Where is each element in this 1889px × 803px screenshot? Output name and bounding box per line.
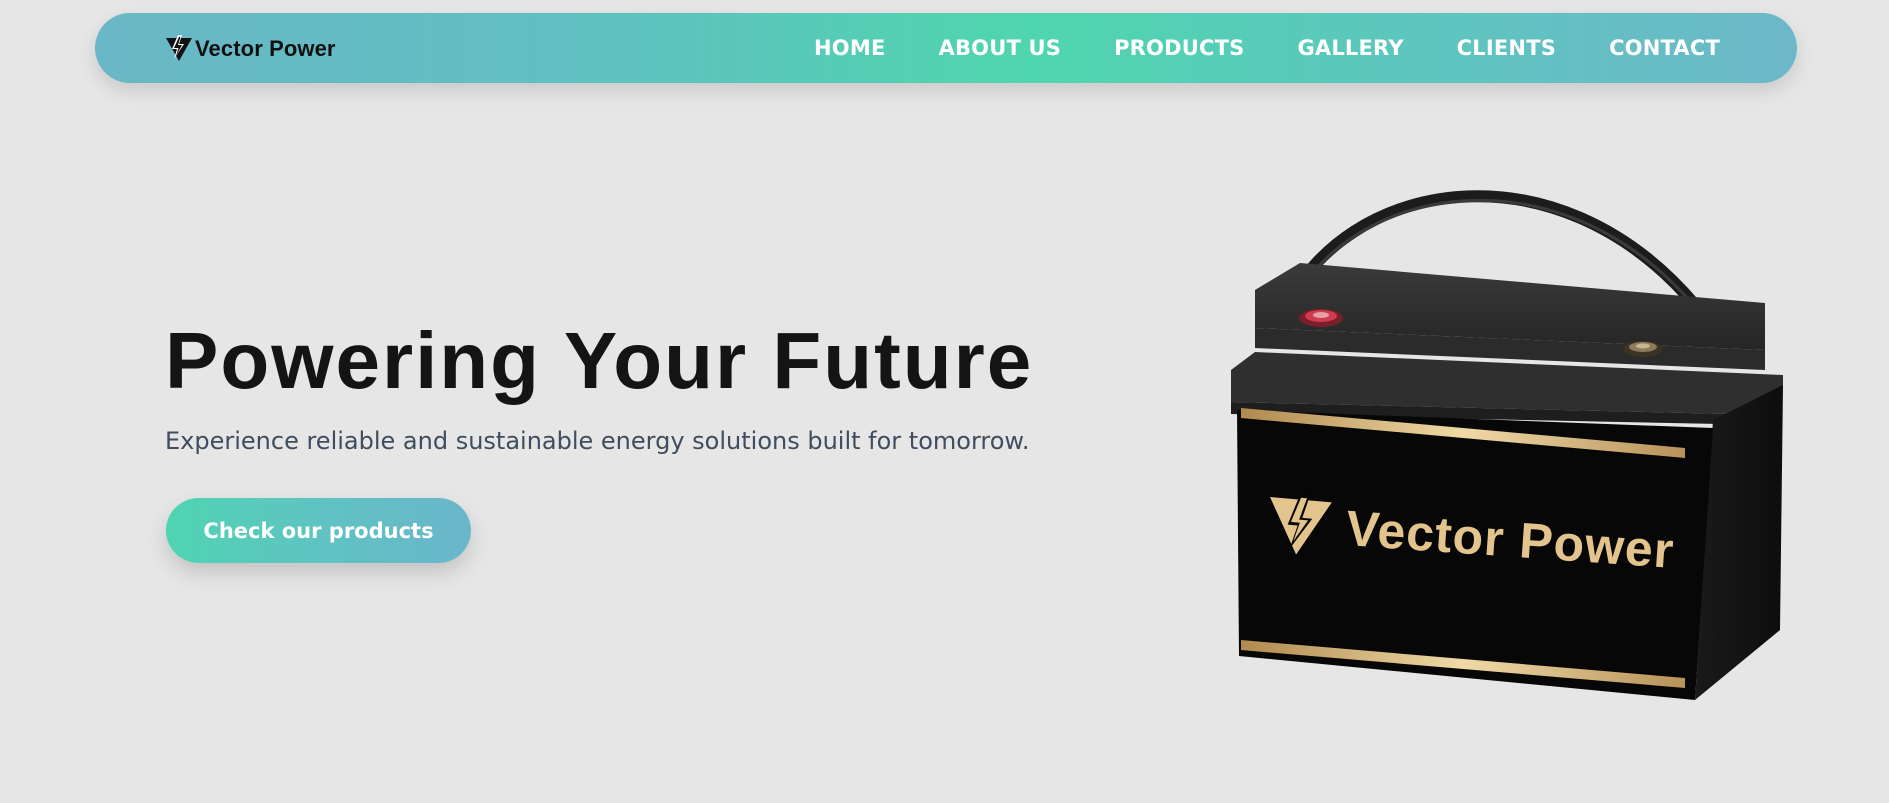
nav-home[interactable]: HOME — [814, 36, 885, 60]
nav-clients[interactable]: CLIENTS — [1457, 36, 1556, 60]
hero-title: Powering Your Future — [165, 316, 1034, 405]
hero-subtitle: Experience reliable and sustainable ener… — [165, 427, 1030, 455]
brand-name: Vector Power — [195, 36, 336, 61]
nav-products[interactable]: PRODUCTS — [1114, 36, 1244, 60]
nav-contact[interactable]: CONTACT — [1609, 36, 1720, 60]
bolt-triangle-logo-icon — [166, 35, 192, 61]
main-nav: HOME ABOUT US PRODUCTS GALLERY CLIENTS C… — [761, 13, 1720, 83]
check-products-button[interactable]: Check our products — [166, 498, 471, 563]
brand-logo-link[interactable]: Vector Power — [165, 34, 336, 64]
nav-about-us[interactable]: ABOUT US — [939, 36, 1062, 60]
battery-product-image: Vector Power — [1231, 190, 1783, 700]
nav-gallery[interactable]: GALLERY — [1297, 36, 1403, 60]
navbar: Vector Power HOME ABOUT US PRODUCTS GALL… — [95, 13, 1797, 83]
page: Vector Power HOME ABOUT US PRODUCTS GALL… — [0, 0, 1889, 803]
